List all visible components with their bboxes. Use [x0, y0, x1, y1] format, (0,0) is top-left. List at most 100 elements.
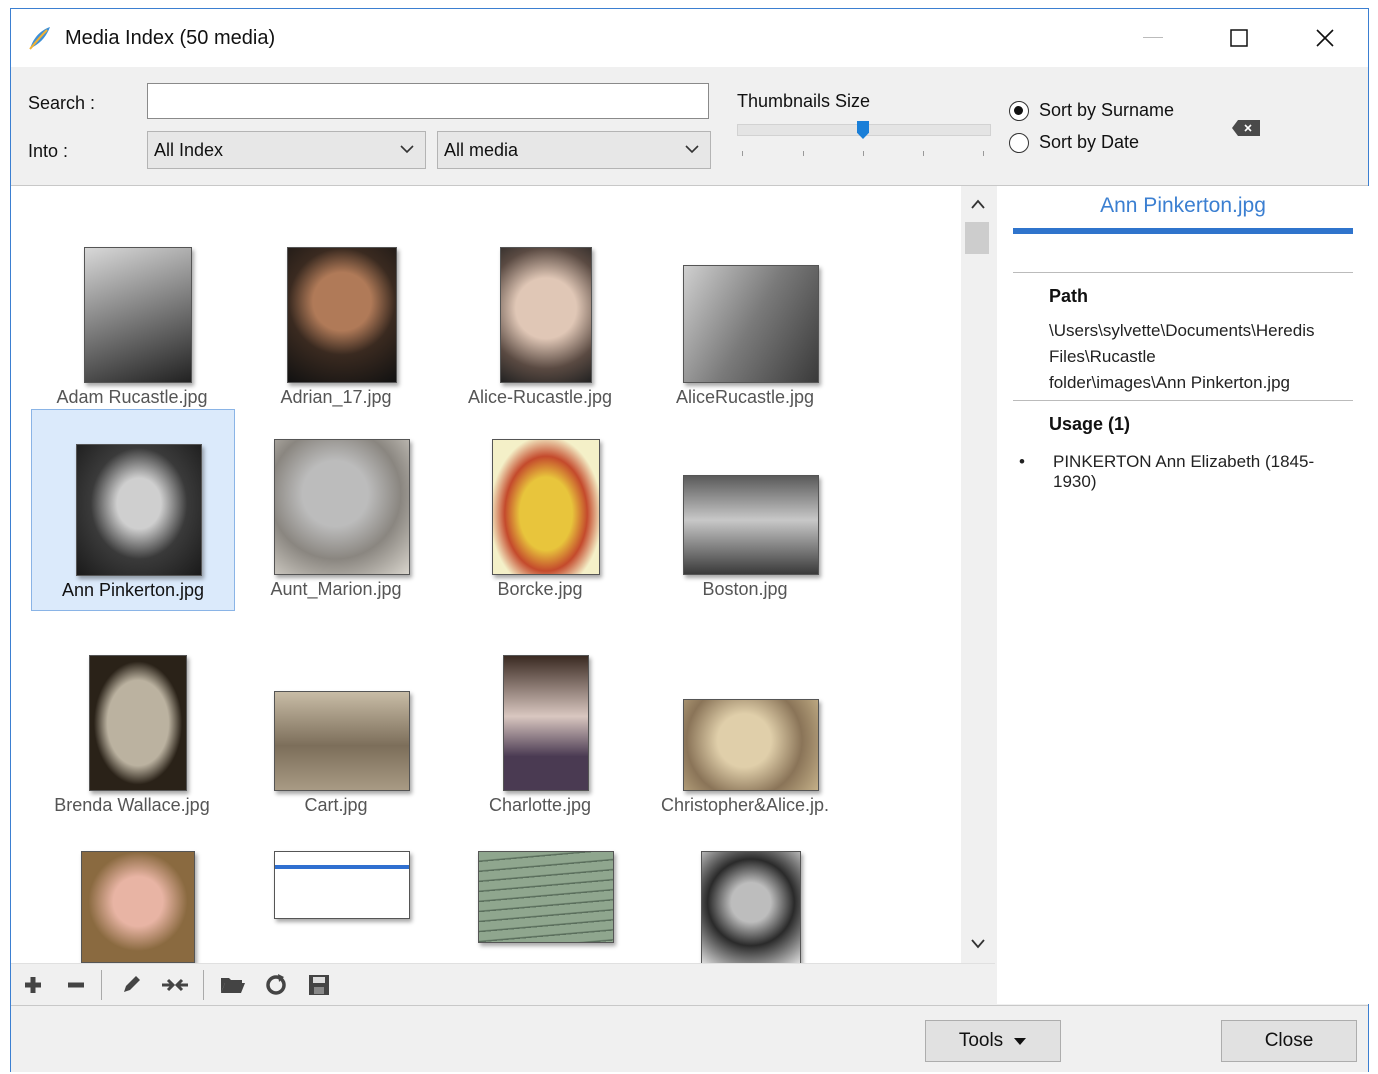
media-thumbnail[interactable] — [478, 851, 614, 943]
remove-media-button[interactable] — [62, 972, 90, 998]
media-tile[interactable] — [644, 831, 848, 963]
index-scope-value: All Index — [154, 140, 224, 160]
path-line: Files\Rucastle — [1049, 347, 1156, 366]
search-label: Search : — [28, 93, 96, 113]
media-thumbnail[interactable] — [683, 699, 819, 791]
sort-surname-label[interactable]: Sort by Surname — [1039, 100, 1174, 121]
chevron-down-icon — [400, 145, 414, 154]
media-tile[interactable]: Adrian_17.jpg — [235, 217, 439, 419]
media-grid[interactable]: Adam Rucastle.jpg Adrian_17.jpg Alice-Ruca… — [11, 186, 961, 963]
media-type-select[interactable]: All media — [437, 131, 711, 169]
media-filename: Aunt_Marion.jpg — [270, 579, 402, 599]
thumbnail-size-label: Thumbnails Size — [737, 91, 871, 111]
slider-tick — [983, 151, 984, 156]
media-thumbnail[interactable] — [683, 265, 819, 383]
media-filename: Christopher&Alice.jp. — [660, 795, 830, 815]
media-tile[interactable] — [235, 831, 439, 963]
save-button[interactable] — [305, 972, 333, 998]
title-underline — [1013, 228, 1353, 234]
clear-search-icon[interactable] — [1231, 119, 1261, 137]
media-filename: Adam Rucastle.jpg — [56, 387, 208, 407]
media-thumbnail[interactable] — [274, 691, 410, 791]
media-tile[interactable]: Alice-Rucastle.jpg — [439, 217, 643, 419]
search-input[interactable] — [147, 83, 709, 119]
media-tile[interactable]: Adam Rucastle.jpg — [31, 217, 235, 419]
close-button[interactable]: Close — [1221, 1020, 1357, 1062]
media-filename: Adrian_17.jpg — [280, 387, 392, 407]
media-thumbnail[interactable] — [81, 851, 195, 963]
media-type-value: All media — [444, 140, 519, 160]
media-filename: Boston.jpg — [702, 579, 788, 599]
media-tile[interactable]: AliceRucastle.jpg — [644, 217, 848, 419]
media-tile[interactable] — [31, 831, 235, 963]
media-filename: Cart.jpg — [304, 795, 368, 815]
scrollbar-thumb[interactable] — [965, 222, 989, 254]
media-thumbnail[interactable] — [492, 439, 600, 575]
selected-media-title: Ann Pinkerton.jpg — [1100, 194, 1266, 217]
media-filename: Ann Pinkerton.jpg — [61, 580, 205, 600]
tools-label: Tools — [958, 1030, 1004, 1051]
refresh-button[interactable] — [262, 972, 290, 998]
grid-scrollbar[interactable] — [961, 186, 995, 963]
slider-thumb[interactable] — [857, 121, 869, 139]
media-thumbnail[interactable] — [683, 475, 819, 575]
media-thumbnail[interactable] — [89, 655, 187, 791]
maximize-button[interactable] — [1201, 9, 1277, 67]
media-thumbnail[interactable] — [287, 247, 397, 383]
edit-media-button[interactable] — [117, 972, 145, 998]
save-icon — [309, 975, 329, 995]
media-tile[interactable]: Brenda Wallace.jpg — [31, 625, 235, 827]
close-icon — [1316, 29, 1334, 47]
scroll-up-icon[interactable] — [970, 198, 986, 210]
path-heading: Path — [1049, 286, 1089, 306]
usage-item[interactable]: PINKERTON Ann Elizabeth (1845-1930) — [1053, 452, 1343, 492]
divider — [101, 970, 102, 1000]
media-thumbnail[interactable] — [84, 247, 192, 383]
chevron-down-icon — [685, 145, 699, 154]
media-path: \Users\sylvette\Documents\Heredis Files\… — [1049, 318, 1373, 396]
media-filename: Borcke.jpg — [497, 579, 583, 599]
media-thumbnail[interactable] — [274, 851, 410, 919]
media-tile[interactable]: Cart.jpg — [235, 625, 439, 827]
divider — [1013, 272, 1353, 273]
slider-tick — [742, 151, 743, 156]
dialog-footer: Tools Close — [11, 1005, 1368, 1072]
media-thumbnail[interactable] — [503, 655, 589, 791]
index-scope-select[interactable]: All Index — [147, 131, 426, 169]
tools-button[interactable]: Tools — [925, 1020, 1061, 1062]
media-thumbnail[interactable] — [274, 439, 410, 575]
close-window-button[interactable] — [1287, 9, 1363, 67]
media-detail-panel: Ann Pinkerton.jpg Path \Users\sylvette\D… — [997, 186, 1369, 1004]
sort-date-radio[interactable] — [1009, 133, 1029, 153]
media-tile[interactable] — [439, 831, 643, 963]
slider-tick — [803, 151, 804, 156]
path-line: folder\images\Ann Pinkerton.jpg — [1049, 373, 1290, 392]
media-thumbnail[interactable] — [500, 247, 592, 383]
scroll-down-icon[interactable] — [970, 938, 986, 950]
minimize-icon — [1143, 37, 1163, 38]
media-tile[interactable]: Charlotte.jpg — [439, 625, 643, 827]
media-tile[interactable]: Boston.jpg — [644, 409, 848, 611]
maximize-icon — [1230, 29, 1248, 47]
into-label: Into : — [28, 141, 69, 161]
open-folder-button[interactable] — [219, 972, 247, 998]
merge-media-button[interactable] — [161, 972, 189, 998]
sort-surname-radio[interactable] — [1009, 101, 1029, 121]
divider — [203, 970, 204, 1000]
app-feather-icon — [29, 27, 50, 50]
caret-down-icon — [1014, 1038, 1027, 1045]
media-tile[interactable]: Borcke.jpg — [439, 409, 643, 611]
minimize-button[interactable] — [1115, 9, 1191, 67]
sort-date-label[interactable]: Sort by Date — [1039, 132, 1139, 153]
media-tile[interactable]: Aunt_Marion.jpg — [235, 409, 439, 611]
media-tile[interactable]: Ann Pinkerton.jpg — [31, 409, 235, 611]
slider-tick — [923, 151, 924, 156]
media-filename: Charlotte.jpg — [488, 795, 592, 815]
media-thumbnail[interactable] — [701, 851, 801, 963]
media-tile[interactable]: Christopher&Alice.jp. — [644, 625, 848, 827]
media-filename: Alice-Rucastle.jpg — [467, 387, 613, 407]
path-line: \Users\sylvette\Documents\Heredis — [1049, 321, 1315, 340]
media-thumbnail[interactable] — [76, 444, 202, 576]
add-media-button[interactable] — [19, 972, 47, 998]
merge-arrows-icon — [162, 978, 188, 992]
